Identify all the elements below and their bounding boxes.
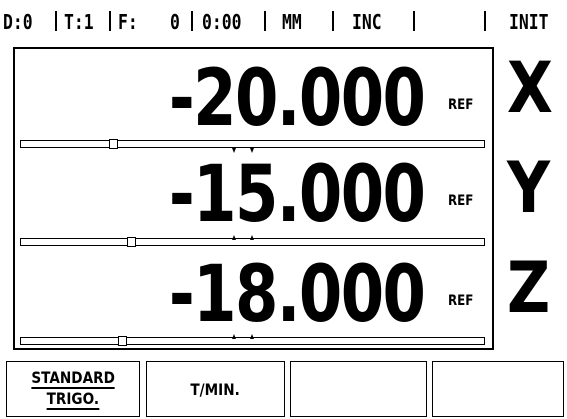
status-divider: [191, 11, 193, 31]
axis-key-x[interactable]: X: [507, 52, 553, 124]
softkey-standard-trigo[interactable]: STANDARD TRIGO.: [6, 361, 140, 417]
axis-value-x: -20.000: [168, 54, 426, 144]
status-divider: [55, 11, 57, 31]
softkey-label-line1: STANDARD: [31, 368, 115, 389]
position-readout-panel: -20.000 REF -15.000 REF -18.000 REF: [13, 47, 494, 350]
softkey-label-line2: TRIGO.: [46, 389, 100, 410]
status-divider: [332, 11, 334, 31]
axis-value-z: -18.000: [168, 250, 426, 340]
state-indicator: INIT: [509, 10, 549, 34]
axis-row-y: -15.000 REF: [15, 149, 492, 249]
axis-key-y[interactable]: Y: [507, 152, 550, 224]
status-divider: [109, 11, 111, 31]
status-divider: [264, 11, 266, 31]
ref-indicator-y: REF: [448, 193, 474, 209]
zero-approach-arrows-icon: [232, 235, 254, 240]
ref-indicator-z: REF: [448, 293, 474, 309]
zero-approach-arrows-icon: [232, 334, 254, 339]
ref-indicator-x: REF: [448, 97, 474, 113]
distance-to-go-bar-x: [20, 139, 485, 149]
axis-row-x: -20.000 REF: [15, 49, 492, 153]
status-divider: [413, 11, 415, 31]
dtg-marker-x: [109, 139, 118, 149]
axis-key-z[interactable]: Z: [507, 252, 550, 324]
softkey-blank-4[interactable]: [432, 361, 564, 417]
units-indicator: MM: [282, 10, 302, 34]
dtg-marker-z: [118, 336, 127, 346]
time-indicator: 0:00: [202, 10, 242, 34]
status-divider: [484, 11, 486, 31]
datum-indicator: D:0: [3, 10, 33, 34]
status-bar: D:0 T:1 F: 0 0:00 MM INC INIT: [0, 0, 567, 44]
tool-indicator: T:1: [64, 10, 94, 34]
axis-row-z: -18.000 REF: [15, 249, 492, 349]
softkey-t-min[interactable]: T/MIN.: [146, 361, 285, 417]
mode-indicator: INC: [352, 10, 382, 34]
softkey-blank-3[interactable]: [290, 361, 427, 417]
feed-label: F:: [118, 10, 138, 34]
feed-value: 0: [170, 10, 180, 34]
softkey-label-line1: T/MIN.: [190, 379, 241, 399]
axis-value-y: -15.000: [168, 150, 426, 240]
dtg-marker-y: [127, 237, 136, 247]
